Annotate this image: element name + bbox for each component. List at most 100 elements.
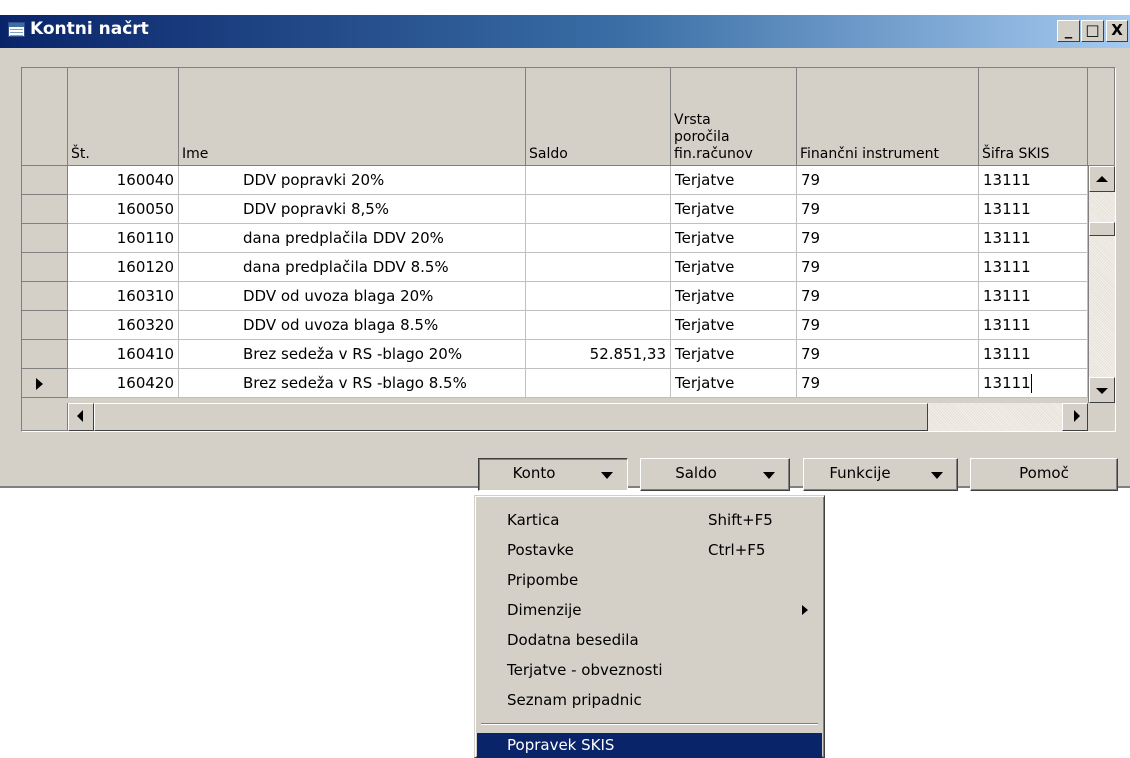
column-header-st[interactable]: Št. — [68, 68, 179, 166]
cell-vrsta[interactable]: Terjatve — [671, 253, 797, 282]
cell-fin-instrument[interactable]: 79 — [797, 224, 979, 253]
text-cursor — [1030, 374, 1032, 393]
cell-vrsta[interactable]: Terjatve — [671, 166, 797, 195]
column-header-ime[interactable]: Ime — [179, 68, 526, 166]
cell-st[interactable]: 160310 — [68, 282, 179, 311]
menu-item-dimenzije[interactable]: Dimenzije — [477, 595, 822, 625]
saldo-menu-button[interactable]: Saldo — [640, 458, 790, 491]
cell-fin-instrument[interactable]: 79 — [797, 166, 979, 195]
cell-st[interactable]: 160110 — [68, 224, 179, 253]
funkcije-label: Funkcije — [829, 464, 891, 482]
funkcije-menu-button[interactable]: Funkcije — [803, 458, 958, 491]
cell-ime[interactable]: DDV od uvoza blaga 8.5% — [179, 311, 526, 340]
cell-saldo[interactable] — [526, 282, 671, 311]
cell-vrsta[interactable]: Terjatve — [671, 224, 797, 253]
column-header-saldo[interactable]: Saldo — [526, 68, 671, 166]
row-selector[interactable] — [22, 311, 68, 340]
menu-item-pripombe[interactable]: Pripombe — [477, 565, 822, 595]
cell-sifra-skis-editing[interactable]: 13111 — [979, 369, 1088, 398]
cell-saldo[interactable]: 52.851,33 — [526, 340, 671, 369]
maximize-button[interactable]: □ — [1081, 20, 1104, 42]
menu-item-kartica[interactable]: Kartica Shift+F5 — [477, 505, 822, 535]
chevron-down-icon — [763, 472, 775, 479]
menu-item-dodatna-besedila[interactable]: Dodatna besedila — [477, 625, 822, 655]
cell-fin-instrument[interactable]: 79 — [797, 369, 979, 398]
cell-ime[interactable]: DDV popravki 20% — [179, 166, 526, 195]
cell-vrsta[interactable]: Terjatve — [671, 195, 797, 224]
column-header-sifra-skis[interactable]: Šifra SKIS — [979, 68, 1088, 166]
cell-sifra-skis[interactable]: 13111 — [979, 282, 1088, 311]
scroll-right-button[interactable] — [1062, 403, 1088, 431]
pomoc-label: Pomoč — [1019, 464, 1069, 482]
cell-sifra-skis[interactable]: 13111 — [979, 195, 1088, 224]
vertical-scroll-thumb[interactable] — [1089, 222, 1115, 236]
row-selector[interactable] — [22, 166, 68, 195]
scroll-down-button[interactable] — [1089, 377, 1115, 403]
cell-saldo[interactable] — [526, 166, 671, 195]
cell-st[interactable]: 160120 — [68, 253, 179, 282]
header-corner — [1088, 68, 1115, 166]
cell-sifra-skis-value: 13111 — [983, 374, 1031, 392]
cell-saldo[interactable] — [526, 195, 671, 224]
cell-fin-instrument[interactable]: 79 — [797, 340, 979, 369]
scroll-up-button[interactable] — [1089, 166, 1115, 192]
cell-vrsta[interactable]: Terjatve — [671, 340, 797, 369]
cell-st[interactable]: 160320 — [68, 311, 179, 340]
table-icon — [8, 22, 25, 37]
cell-ime[interactable]: DDV od uvoza blaga 20% — [179, 282, 526, 311]
konto-menu-button[interactable]: Konto — [478, 458, 628, 491]
cell-ime[interactable]: dana predplačila DDV 20% — [179, 224, 526, 253]
konto-label: Konto — [512, 464, 556, 482]
menu-item-popravek-skis[interactable]: Popravek SKIS — [477, 733, 822, 758]
cell-st[interactable]: 160050 — [68, 195, 179, 224]
cell-ime[interactable]: dana predplačila DDV 8.5% — [179, 253, 526, 282]
horizontal-scroll-thumb[interactable] — [94, 403, 928, 431]
pomoc-button[interactable]: Pomoč — [970, 458, 1118, 491]
cell-fin-instrument[interactable]: 79 — [797, 253, 979, 282]
cell-sifra-skis[interactable]: 13111 — [979, 224, 1088, 253]
menu-item-seznam-pripadnic[interactable]: Seznam pripadnic — [477, 685, 822, 715]
row-selector[interactable] — [22, 282, 68, 311]
cell-st[interactable]: 160420 — [68, 369, 179, 398]
cell-ime[interactable]: Brez sedeža v RS -blago 8.5% — [179, 369, 526, 398]
cell-ime[interactable]: DDV popravki 8,5% — [179, 195, 526, 224]
minimize-button[interactable]: _ — [1057, 20, 1080, 42]
scroll-corner — [1088, 403, 1115, 431]
cell-fin-instrument[interactable]: 79 — [797, 282, 979, 311]
close-button[interactable]: X — [1106, 20, 1128, 42]
row-selector[interactable] — [22, 224, 68, 253]
cell-saldo[interactable] — [526, 311, 671, 340]
cell-fin-instrument[interactable]: 79 — [797, 195, 979, 224]
row-selector[interactable] — [22, 340, 68, 369]
row-selector[interactable] — [22, 195, 68, 224]
chevron-down-icon — [931, 472, 943, 479]
cell-ime[interactable]: Brez sedeža v RS -blago 20% — [179, 340, 526, 369]
cell-saldo[interactable] — [526, 224, 671, 253]
row-selector[interactable] — [22, 253, 68, 282]
vertical-scrollbar[interactable] — [1088, 166, 1115, 403]
cell-vrsta[interactable]: Terjatve — [671, 311, 797, 340]
window-title: Kontni načrt — [30, 19, 149, 39]
header-row-selector — [22, 68, 68, 166]
chevron-down-icon — [601, 472, 613, 479]
cell-sifra-skis[interactable]: 13111 — [979, 311, 1088, 340]
menu-separator — [481, 723, 818, 725]
cell-vrsta[interactable]: Terjatve — [671, 282, 797, 311]
column-header-fin-instrument[interactable]: Finančni instrument — [797, 68, 979, 166]
saldo-label: Saldo — [675, 464, 717, 482]
cell-vrsta[interactable]: Terjatve — [671, 369, 797, 398]
cell-st[interactable]: 160040 — [68, 166, 179, 195]
cell-sifra-skis[interactable]: 13111 — [979, 340, 1088, 369]
cell-sifra-skis[interactable]: 13111 — [979, 166, 1088, 195]
row-selector-current[interactable] — [22, 369, 68, 398]
title-bar[interactable] — [0, 15, 1130, 48]
cell-saldo[interactable] — [526, 369, 671, 398]
cell-fin-instrument[interactable]: 79 — [797, 311, 979, 340]
column-header-vrsta[interactable]: Vrsta poročila fin.računov — [671, 68, 797, 166]
menu-item-postavke[interactable]: Postavke Ctrl+F5 — [477, 535, 822, 565]
cell-sifra-skis[interactable]: 13111 — [979, 253, 1088, 282]
cell-st[interactable]: 160410 — [68, 340, 179, 369]
menu-item-terjatve-obveznosti[interactable]: Terjatve - obveznosti — [477, 655, 822, 685]
cell-saldo[interactable] — [526, 253, 671, 282]
scroll-left-button[interactable] — [68, 403, 94, 431]
